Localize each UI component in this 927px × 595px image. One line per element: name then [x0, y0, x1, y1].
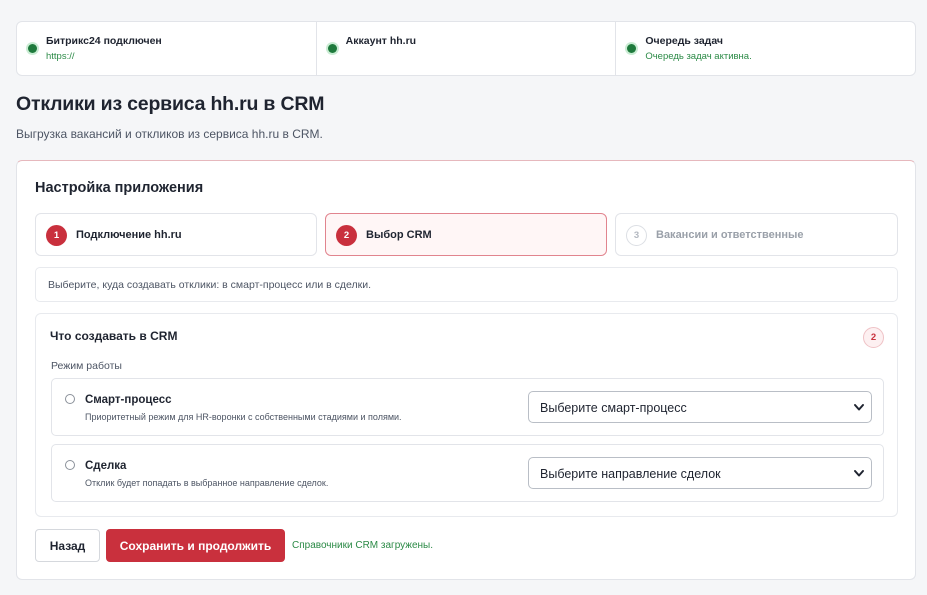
save-continue-button[interactable]: Сохранить и продолжить: [106, 529, 285, 562]
smart-process-select[interactable]: Выберите смарт-процесс: [528, 391, 872, 423]
status-bar: Битрикс24 подключен https:// Аккаунт hh.…: [16, 21, 916, 76]
status-ok-icon: [28, 44, 37, 53]
step-label: Подключение hh.ru: [76, 229, 182, 241]
deal-radio[interactable]: [65, 460, 75, 470]
status-subtitle: https://: [46, 51, 75, 62]
step-hh-connection[interactable]: 1 Подключение hh.ru: [35, 213, 317, 256]
step-crm-choice[interactable]: 2 Выбор CRM: [325, 213, 607, 256]
hint-text: Выберите, куда создавать отклики: в смар…: [35, 267, 898, 302]
crm-title: Что создавать в CRM: [50, 329, 178, 343]
step-vacancies[interactable]: 3 Вакансии и ответственные: [615, 213, 898, 256]
step-number: 2: [336, 225, 357, 246]
mode-option-deal[interactable]: Сделка Отклик будет попадать в выбранное…: [51, 444, 884, 502]
back-button[interactable]: Назад: [35, 529, 100, 562]
status-title: Аккаунт hh.ru: [345, 35, 417, 47]
status-ok-icon: [627, 44, 637, 53]
status-ok-icon: [327, 44, 337, 53]
page-subtitle: Выгрузка вакансий и откликов из сервиса …: [16, 127, 323, 141]
smart-process-radio[interactable]: [65, 394, 75, 404]
status-title: Очередь задач: [645, 35, 723, 47]
status-title: Битрикс24 подключен: [46, 35, 162, 47]
mode-description: Приоритетный режим для HR-воронки с собс…: [85, 412, 402, 422]
setup-card: Настройка приложения 1 Подключение hh.ru…: [16, 160, 916, 580]
status-bitrix: Битрикс24 подключен https://: [17, 22, 317, 75]
select-value: Выберите направление сделок: [540, 467, 721, 481]
status-task-queue: Очередь задач Очередь задач активна.: [616, 22, 915, 75]
step-label: Вакансии и ответственные: [656, 229, 804, 241]
mode-description: Отклик будет попадать в выбранное направ…: [85, 478, 329, 488]
step-number: 1: [46, 225, 67, 246]
mode-option-smart-process[interactable]: Смарт-процесс Приоритетный режим для HR-…: [51, 378, 884, 436]
crm-panel: Что создавать в CRM 2 Режим работы Смарт…: [35, 313, 898, 517]
status-subtitle: Очередь задач активна.: [645, 51, 752, 62]
mode-name: Смарт-процесс: [85, 394, 172, 406]
step-number: 3: [626, 225, 647, 246]
select-value: Выберите смарт-процесс: [540, 401, 687, 415]
setup-title: Настройка приложения: [35, 180, 204, 196]
chevron-down-icon: [854, 470, 864, 477]
stepper: 1 Подключение hh.ru 2 Выбор CRM 3 Ваканс…: [35, 213, 898, 256]
mode-label: Режим работы: [51, 360, 122, 372]
step-badge: 2: [863, 327, 884, 348]
deal-direction-select[interactable]: Выберите направление сделок: [528, 457, 872, 489]
status-hh-account: Аккаунт hh.ru: [317, 22, 617, 75]
chevron-down-icon: [854, 404, 864, 411]
mode-name: Сделка: [85, 460, 127, 472]
step-label: Выбор CRM: [366, 229, 432, 241]
crm-status-message: Справочники CRM загружены.: [292, 540, 434, 551]
page-title: Отклики из сервиса hh.ru в CRM: [16, 93, 325, 115]
